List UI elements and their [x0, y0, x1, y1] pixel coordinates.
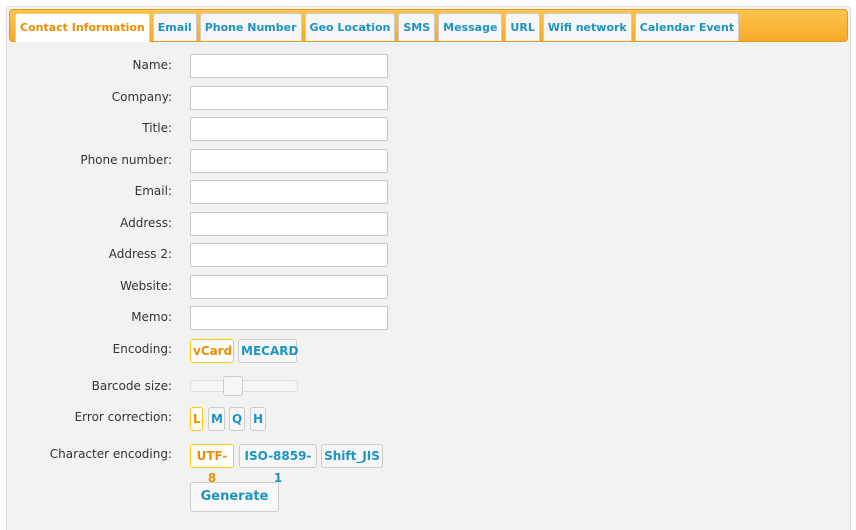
encoding-label: Encoding:	[112, 342, 172, 356]
address-2-label: Address 2:	[108, 247, 172, 261]
generate-button[interactable]: Generate	[190, 482, 279, 512]
barcode-size-slider[interactable]	[190, 380, 298, 392]
name-input[interactable]	[190, 54, 388, 78]
barcode-size-label: Barcode size:	[91, 379, 172, 393]
address-2-input[interactable]	[190, 243, 388, 267]
address-label: Address:	[120, 216, 172, 230]
tab-sms[interactable]: SMS	[398, 13, 436, 41]
tab-geo-location[interactable]: Geo Location	[304, 13, 396, 41]
tab-url[interactable]: URL	[505, 13, 540, 41]
tab-email[interactable]: Email	[152, 13, 197, 41]
memo-label: Memo:	[131, 310, 172, 324]
charset-shift-jis-button[interactable]: Shift_JIS	[321, 444, 383, 468]
memo-input[interactable]	[190, 306, 388, 330]
tab-bar: Contact Information Email Phone Number G…	[9, 9, 848, 42]
tab-phone-number[interactable]: Phone Number	[199, 13, 302, 41]
charset-utf8-button[interactable]: UTF-8	[190, 444, 234, 485]
phone-number-input[interactable]	[190, 149, 388, 173]
phone-number-label: Phone number:	[80, 153, 172, 167]
name-label: Name:	[132, 58, 172, 72]
charset-iso-8859-1-button[interactable]: ISO-8859-1	[239, 444, 317, 485]
email-label: Email:	[134, 184, 172, 198]
error-correction-l-button[interactable]: L	[190, 407, 203, 431]
encoding-vcard-button[interactable]: vCard	[190, 339, 234, 363]
tab-wifi-network[interactable]: Wifi network	[542, 13, 632, 41]
title-label: Title:	[142, 121, 172, 135]
email-input[interactable]	[190, 180, 388, 204]
company-label: Company:	[111, 90, 172, 104]
error-correction-q-button[interactable]: Q	[229, 407, 245, 431]
website-label: Website:	[120, 279, 172, 293]
barcode-size-slider-handle[interactable]	[223, 376, 244, 396]
title-input[interactable]	[190, 117, 388, 141]
error-correction-m-button[interactable]: M	[208, 407, 225, 431]
error-correction-label: Error correction:	[74, 410, 172, 424]
address-input[interactable]	[190, 212, 388, 236]
tab-list: Contact Information Email Phone Number G…	[15, 13, 742, 42]
tab-message[interactable]: Message	[438, 13, 503, 41]
character-encoding-label: Character encoding:	[49, 447, 172, 461]
tab-contact-information[interactable]: Contact Information	[15, 13, 150, 42]
tab-calendar-event[interactable]: Calendar Event	[634, 13, 740, 41]
error-correction-h-button[interactable]: H	[250, 407, 266, 431]
encoding-mecard-button[interactable]: MECARD	[238, 339, 298, 363]
company-input[interactable]	[190, 86, 388, 110]
website-input[interactable]	[190, 275, 388, 299]
